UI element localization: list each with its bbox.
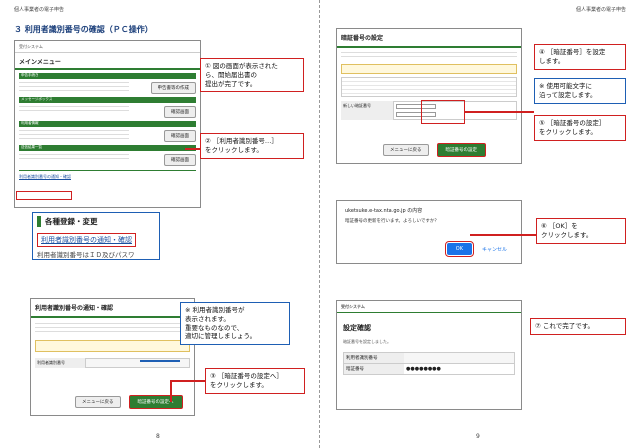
confirm-button[interactable]: 確認画面 xyxy=(164,106,196,119)
text-lines xyxy=(19,106,129,115)
confirm-button[interactable]: 確認画面 xyxy=(164,130,196,143)
callout-step2: ② ［利用者識別番号…］ をクリックします。 xyxy=(200,133,304,159)
pin-row-value: ●●●●●●●● xyxy=(406,366,441,373)
highlight-box xyxy=(16,191,72,200)
system-name: 受付システム xyxy=(15,41,200,54)
cancel-button[interactable]: キャンセル xyxy=(482,246,507,253)
callout-step7: ⑦ これで完了です。 xyxy=(530,318,626,335)
confirm-button[interactable]: 確認画面 xyxy=(164,154,196,167)
notice-box xyxy=(341,64,517,74)
menu-screenshot: 受付システム メインメニュー 申告手続き 申告書等の作成 メッセージボックス 確… xyxy=(14,40,201,208)
callout-step4: ④ ［暗証番号］を設定 します。 xyxy=(534,44,626,70)
pin-setup-screenshot: 暗証番号の設定 新しい暗証番号 メニューに戻る 暗証番号の設定 xyxy=(336,28,522,164)
right-page: 個人事業者の電子申告 暗証番号の設定 新しい暗証番号 メニューに戻る 暗証番号の… xyxy=(320,0,640,448)
page-header: 個人事業者の電子申告 xyxy=(14,7,65,13)
callout-step3: ③ ［暗証番号の設定へ］ をクリックします。 xyxy=(205,368,305,394)
left-page: 個人事業者の電子申告 ３ 利用者識別番号の確認（ＰＣ操作） 受付システム メイン… xyxy=(0,0,320,448)
result-table: 利用者識別番号 暗証番号 ●●●●●●●● xyxy=(343,352,515,376)
ok-button[interactable]: OK xyxy=(444,241,475,257)
notice-box xyxy=(35,340,190,352)
text-lines xyxy=(19,130,129,143)
callout-charset-note: ※ 使用可能文字に 沿って設定します。 xyxy=(534,78,626,104)
zoom-subtext: 利用者識別番号はＩＤ及びパスワ xyxy=(37,251,135,259)
connector-line xyxy=(465,111,534,113)
zoom-heading: 各種登録・変更 xyxy=(37,216,155,227)
id-field-label: 利用者識別番号 xyxy=(35,358,85,368)
text-lines xyxy=(19,154,129,163)
id-confirm-link-small[interactable]: 利用者識別番号の通知・確認 xyxy=(19,174,196,179)
menu-bar: 利用者情報 xyxy=(19,121,196,128)
callout-step6: ⑥ ［OK］を クリックします。 xyxy=(536,218,626,244)
pin-row-label: 暗証番号 xyxy=(344,364,404,375)
id-confirm-link[interactable]: 利用者識別番号の通知・確認 xyxy=(37,233,136,247)
confirm-dialog: uketsuke.e-tax.nta.go.jp の内容 暗証番号の更新を行いま… xyxy=(336,200,522,264)
section-title: ３ 利用者識別番号の確認（ＰＣ操作） xyxy=(14,25,153,34)
rules-box xyxy=(341,77,517,97)
done-title: 設定確認 xyxy=(343,324,371,333)
connector-line xyxy=(170,380,172,402)
text-lines xyxy=(35,323,190,335)
connector-line xyxy=(170,380,205,382)
set-pin-button[interactable]: 暗証番号の設定 xyxy=(436,143,486,157)
create-button[interactable]: 申告書等の作成 xyxy=(150,82,196,95)
page-header: 個人事業者の電子申告 xyxy=(575,7,626,13)
dialog-host: uketsuke.e-tax.nta.go.jp の内容 xyxy=(345,208,423,214)
id-row-label: 利用者識別番号 xyxy=(344,353,404,364)
menu-bar: 申告手続き xyxy=(19,73,196,80)
text-lines xyxy=(19,82,129,93)
callout-id-note: ※ 利用者識別番号が 表示されます。 重要なものなので、 適切に管理しましょう。 xyxy=(180,302,290,346)
menu-bar: 送信結果一覧 xyxy=(19,145,196,152)
connector-line xyxy=(185,148,200,150)
id-notice-title: 利用者識別番号の通知・確認 xyxy=(31,299,194,318)
highlight-box xyxy=(421,100,465,124)
connector-line xyxy=(140,360,180,362)
menu-title: メインメニュー xyxy=(15,53,200,71)
connector-line xyxy=(470,234,536,236)
zoom-panel: 各種登録・変更 利用者識別番号の通知・確認 利用者識別番号はＩＤ及びパスワ xyxy=(32,212,160,260)
divider xyxy=(19,170,196,172)
back-to-menu-button[interactable]: メニューに戻る xyxy=(383,144,429,156)
page-number: 8 xyxy=(156,433,160,440)
done-message: 暗証番号を設定しました。 xyxy=(343,339,391,345)
text-lines xyxy=(341,52,517,60)
new-pin-label: 新しい暗証番号 xyxy=(341,101,393,120)
system-name: 受付システム xyxy=(337,301,521,314)
back-to-menu-button[interactable]: メニューに戻る xyxy=(75,396,121,408)
callout-step1: ① 図の画面が表示された ら、開始届出書の 提出が完了です。 xyxy=(200,58,304,93)
id-row-value xyxy=(404,353,514,364)
page-number: 9 xyxy=(476,433,480,440)
dialog-message: 暗証番号の更新を行います。よろしいですか？ xyxy=(345,219,439,224)
pin-setup-button[interactable]: 暗証番号の設定へ xyxy=(128,395,183,409)
done-screenshot: 受付システム 設定確認 暗証番号を設定しました。 利用者識別番号 暗証番号 ●●●… xyxy=(336,300,522,410)
callout-step5: ⑤ ［暗証番号の設定］ をクリックします。 xyxy=(534,115,626,141)
pin-title: 暗証番号の設定 xyxy=(337,29,521,48)
menu-bar: メッセージボックス xyxy=(19,97,196,104)
